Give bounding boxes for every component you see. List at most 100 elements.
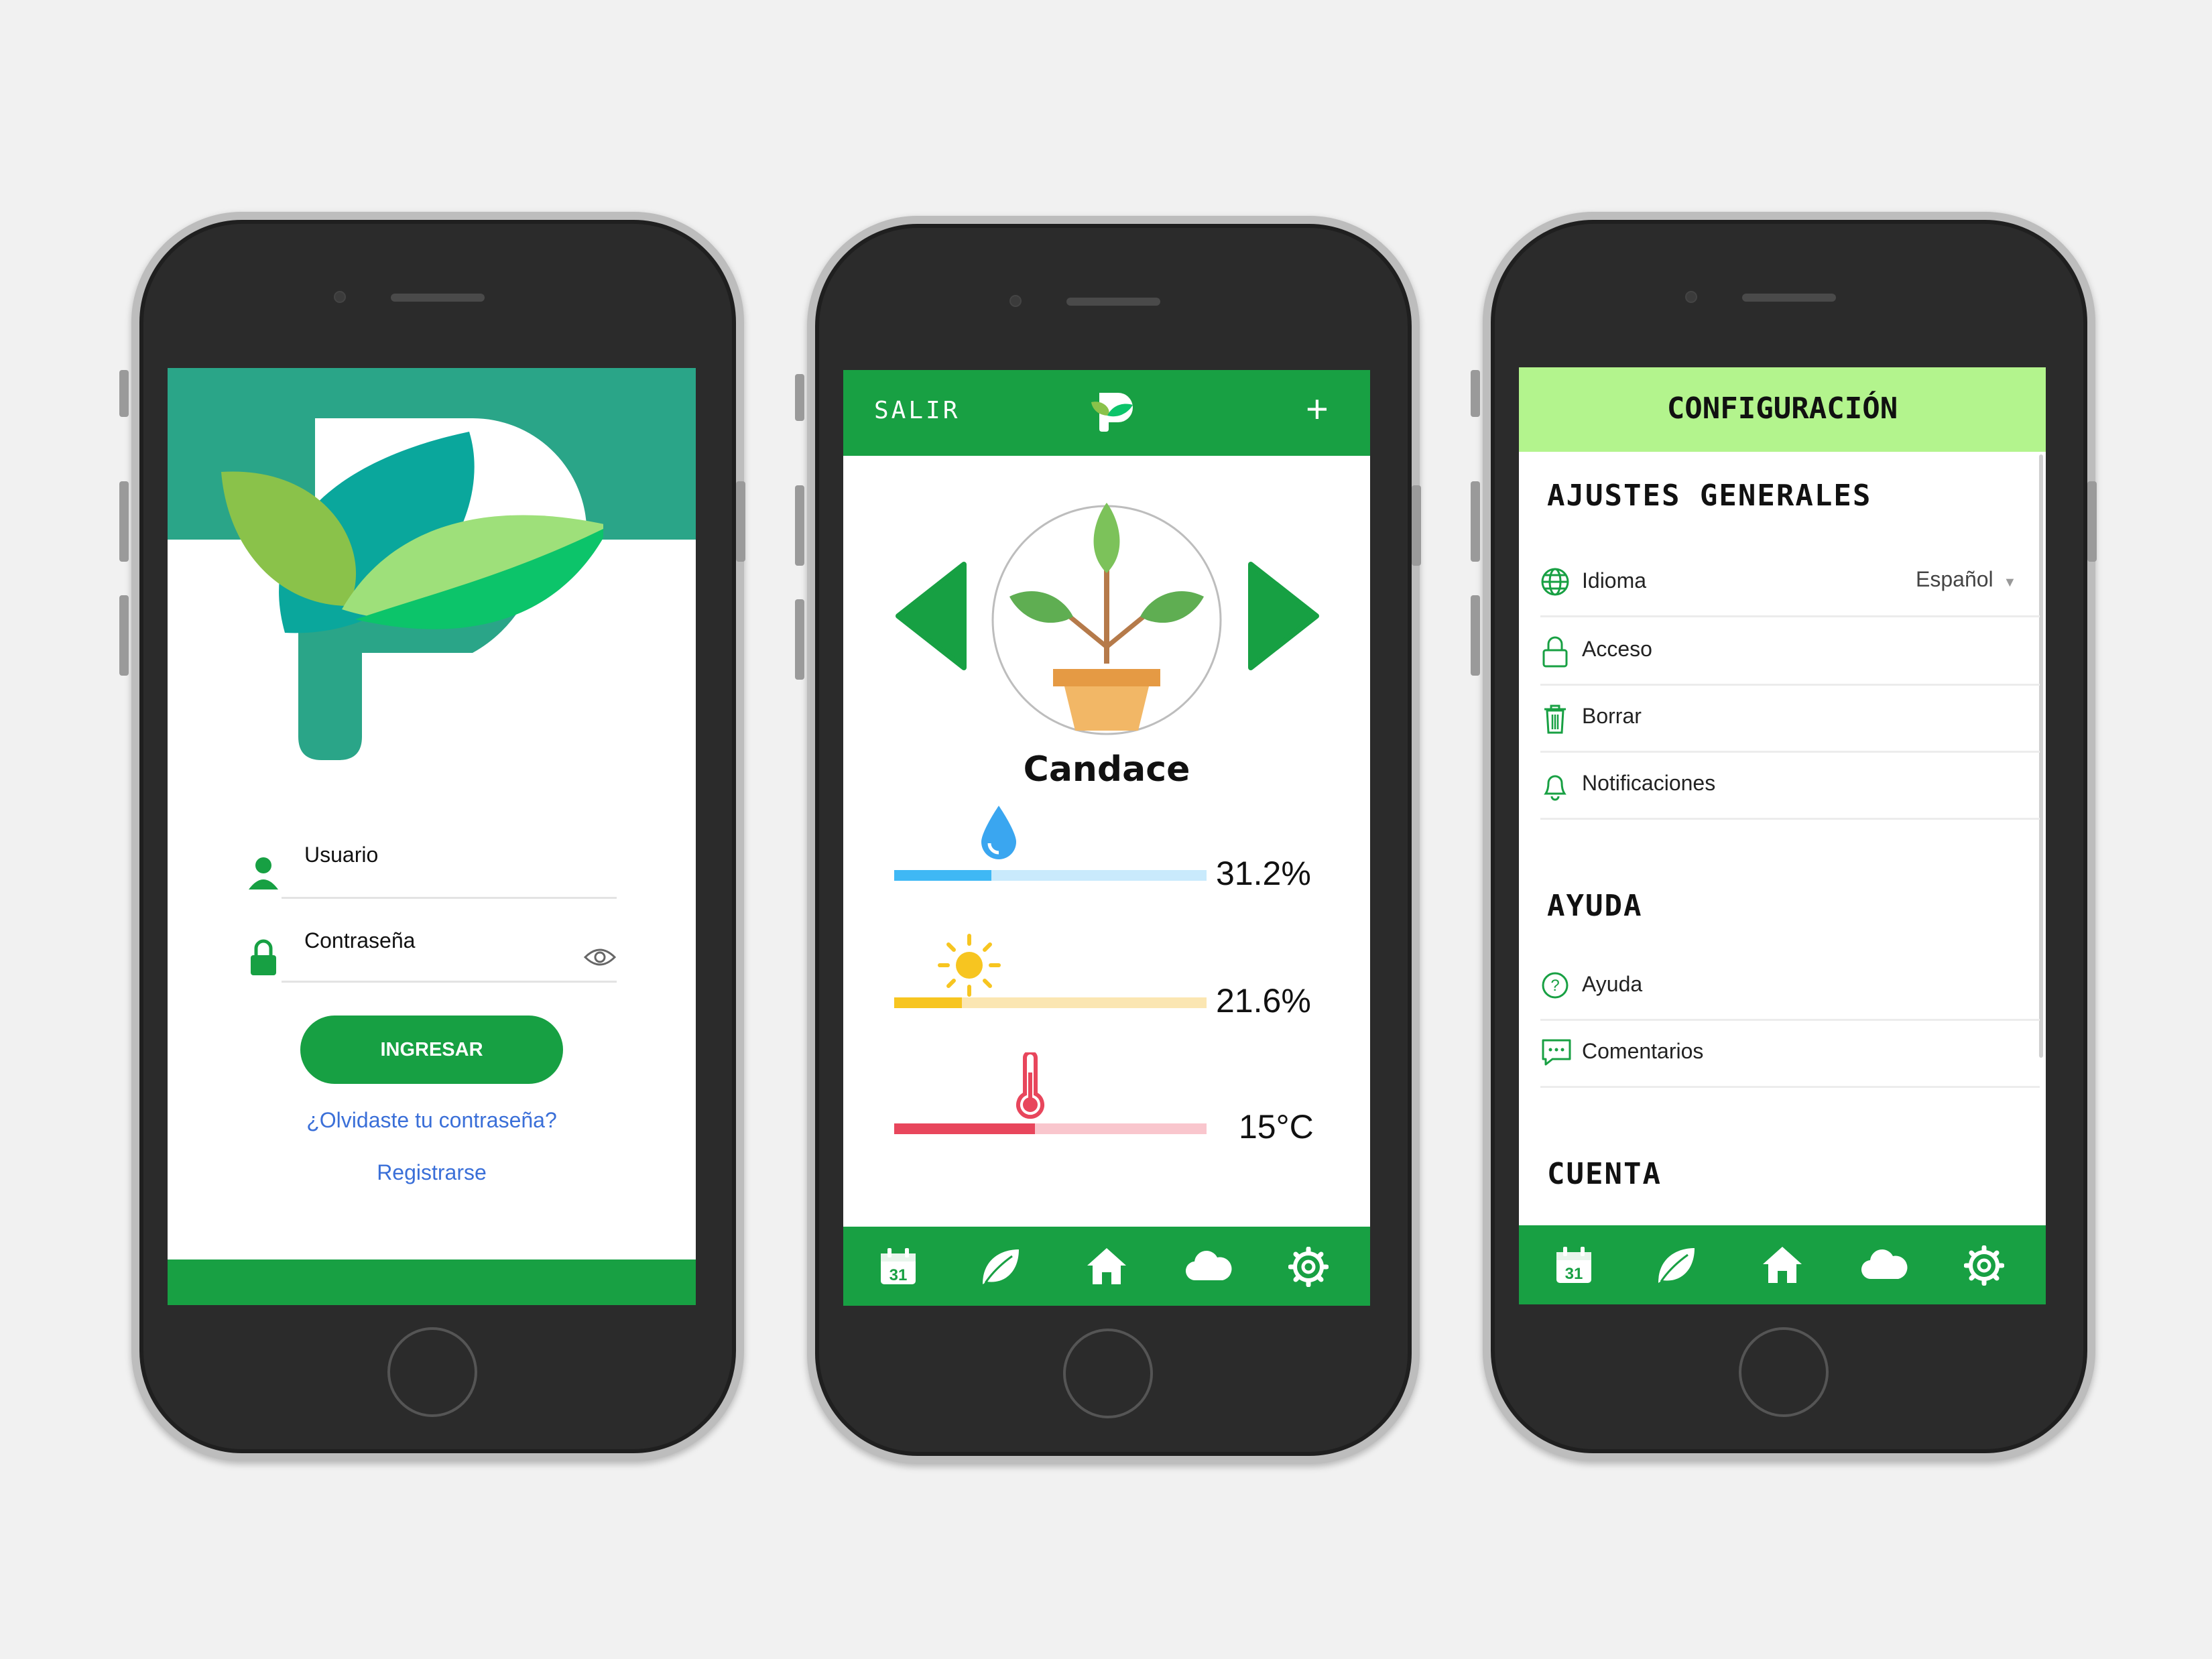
phone-login: Usuario Contraseña INGRESAR ¿Olvidaste t… <box>119 212 745 1461</box>
language-select[interactable]: Español ▼ <box>1916 567 2016 592</box>
app-logo <box>221 418 603 760</box>
light-bar <box>894 997 1207 1008</box>
bell-icon <box>1544 775 1566 801</box>
light-value: 21.6% <box>1216 982 1311 1020</box>
front-camera <box>334 291 346 303</box>
comments-row[interactable]: Comentarios <box>1540 1019 2040 1088</box>
footer-bar <box>168 1259 696 1305</box>
water-drop-icon <box>981 806 1016 859</box>
side-button <box>1471 595 1480 676</box>
language-row[interactable]: Idioma Español ▼ <box>1540 548 2040 617</box>
language-label: Idioma <box>1582 568 1647 593</box>
phone-home: SALIR + Candace 31.2% 21.6% 15°C 31 <box>795 216 1421 1464</box>
comments-label: Comentarios <box>1582 1039 1704 1063</box>
home-button[interactable] <box>387 1327 477 1417</box>
calendar-icon[interactable]: 31 <box>878 1247 918 1287</box>
settings-screen: CONFIGURACIÓN AJUSTES GENERALES Idioma E… <box>1519 367 2046 1304</box>
speaker-grill <box>1742 294 1836 302</box>
username-field[interactable]: Usuario <box>304 843 378 867</box>
general-settings-title: AJUSTES GENERALES <box>1547 479 1872 513</box>
top-bar: SALIR + <box>843 370 1370 456</box>
add-plant-button[interactable]: + <box>1306 390 1329 429</box>
side-button <box>1471 481 1480 562</box>
side-button <box>795 485 804 566</box>
thermometer-icon <box>1016 1052 1044 1119</box>
side-button <box>795 374 804 421</box>
settings-gear-icon[interactable] <box>1288 1247 1329 1287</box>
front-camera <box>1009 295 1022 307</box>
bottom-nav: 31 <box>843 1227 1370 1306</box>
side-button <box>795 599 804 680</box>
home-button[interactable] <box>1739 1327 1829 1417</box>
side-button <box>119 370 129 417</box>
home-icon[interactable] <box>1085 1245 1129 1287</box>
phone-settings: CONFIGURACIÓN AJUSTES GENERALES Idioma E… <box>1471 212 2097 1461</box>
question-circle-icon: ? <box>1542 972 1569 999</box>
trash-icon <box>1544 704 1566 734</box>
side-button <box>2087 481 2097 562</box>
next-plant-arrow[interactable] <box>1247 560 1320 672</box>
side-button <box>1412 485 1421 566</box>
home-button[interactable] <box>1063 1329 1153 1418</box>
username-underline <box>282 897 617 899</box>
password-field[interactable]: Contraseña <box>304 928 415 953</box>
notifications-row[interactable]: Notificaciones <box>1540 751 2040 820</box>
user-icon <box>249 857 278 889</box>
previous-plant-arrow[interactable] <box>894 560 968 672</box>
plant-name: Candace <box>1023 749 1190 790</box>
side-button <box>1471 370 1480 417</box>
bottom-nav: 31 <box>1519 1225 2046 1304</box>
temperature-bar <box>894 1123 1207 1134</box>
humidity-bar <box>894 870 1207 881</box>
notifications-label: Notificaciones <box>1582 771 1716 795</box>
cloud-icon[interactable] <box>1185 1249 1232 1283</box>
language-value: Español <box>1916 567 1993 591</box>
home-screen: SALIR + Candace 31.2% 21.6% 15°C 31 <box>843 370 1370 1306</box>
speaker-grill <box>1066 298 1160 306</box>
app-logo-small[interactable] <box>1089 390 1135 433</box>
speaker-grill <box>391 294 485 302</box>
side-button <box>119 595 129 676</box>
leaf-icon[interactable] <box>1656 1245 1697 1286</box>
register-link[interactable]: Registrarse <box>168 1160 696 1185</box>
settings-header: CONFIGURACIÓN <box>1519 367 2046 452</box>
access-label: Acceso <box>1582 637 1652 661</box>
side-button <box>736 481 745 562</box>
home-icon[interactable] <box>1760 1244 1804 1286</box>
account-section-title: CUENTA <box>1547 1157 1662 1191</box>
help-row[interactable]: ? Ayuda <box>1540 952 2040 1021</box>
delete-label: Borrar <box>1582 704 1642 728</box>
lock-icon <box>251 939 276 975</box>
settings-gear-icon[interactable] <box>1964 1245 2004 1286</box>
svg-text:?: ? <box>1550 977 1559 995</box>
side-button <box>119 481 129 562</box>
calendar-icon[interactable]: 31 <box>1554 1245 1594 1286</box>
login-button[interactable]: INGRESAR <box>300 1016 563 1084</box>
humidity-value: 31.2% <box>1216 855 1311 892</box>
access-row[interactable]: Acceso <box>1540 617 2040 686</box>
front-camera <box>1685 291 1697 303</box>
settings-title: CONFIGURACIÓN <box>1666 391 1898 426</box>
svg-text:31: 31 <box>1565 1265 1583 1283</box>
globe-icon <box>1541 568 1569 596</box>
humidity-bar-fill <box>894 870 992 881</box>
help-label: Ayuda <box>1582 972 1643 996</box>
temperature-bar-fill <box>894 1123 1035 1134</box>
eye-icon[interactable] <box>583 946 617 969</box>
logout-button[interactable]: SALIR <box>874 397 960 424</box>
comment-icon <box>1542 1039 1571 1066</box>
svg-text:31: 31 <box>889 1266 908 1284</box>
temperature-value: 15°C <box>1239 1108 1314 1146</box>
login-screen: Usuario Contraseña INGRESAR ¿Olvidaste t… <box>168 368 696 1305</box>
help-section-title: AYUDA <box>1547 889 1643 923</box>
cloud-icon[interactable] <box>1861 1248 1908 1282</box>
sun-icon <box>938 934 1001 997</box>
plant-image <box>991 503 1222 735</box>
chevron-down-icon: ▼ <box>2003 575 2017 590</box>
light-bar-fill <box>894 997 962 1008</box>
password-underline <box>282 981 617 983</box>
delete-row[interactable]: Borrar <box>1540 684 2040 753</box>
leaf-icon[interactable] <box>980 1247 1022 1287</box>
lock-icon <box>1542 636 1568 668</box>
forgot-password-link[interactable]: ¿Olvidaste tu contraseña? <box>168 1108 696 1133</box>
